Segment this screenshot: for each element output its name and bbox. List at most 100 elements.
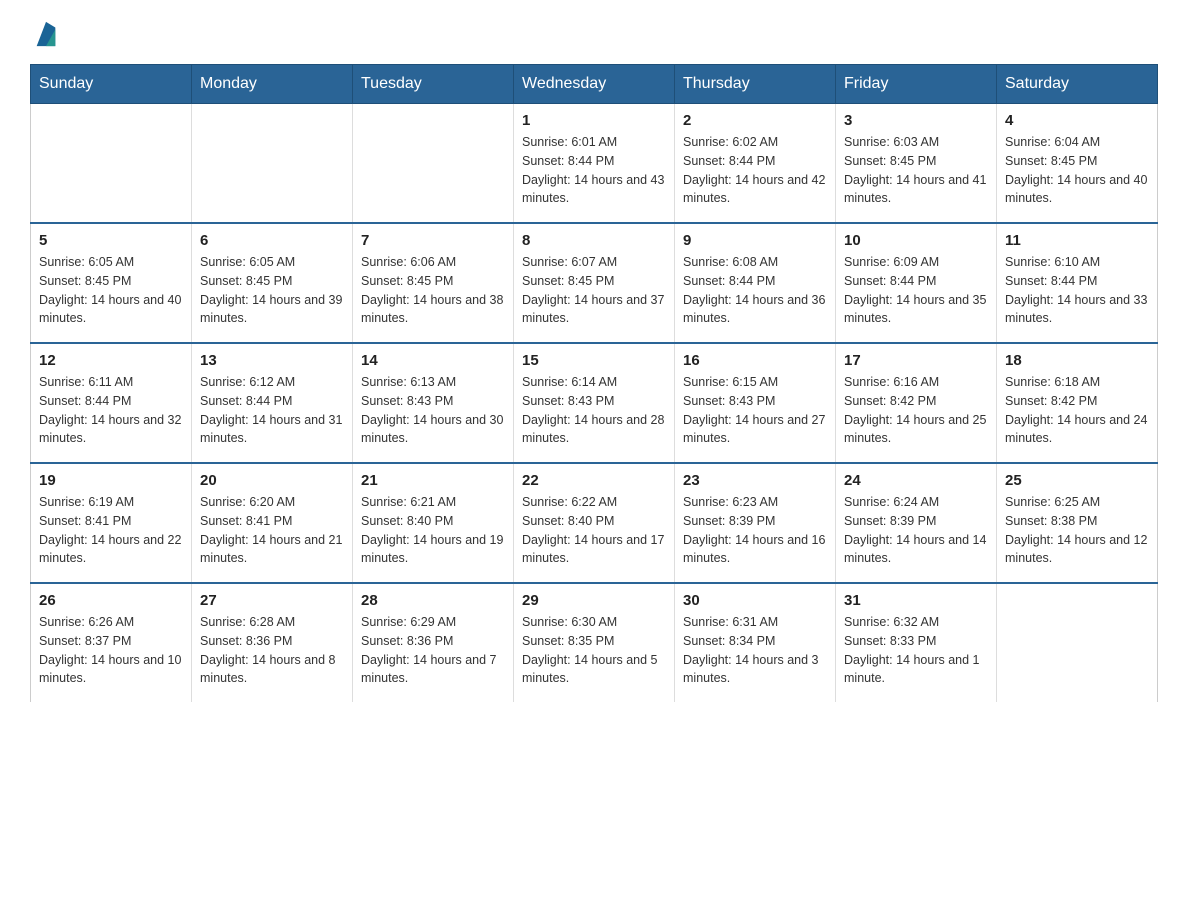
day-number: 19 [39,472,183,489]
day-info: Sunrise: 6:05 AMSunset: 8:45 PMDaylight:… [200,253,344,328]
day-number: 13 [200,352,344,369]
calendar-table: SundayMondayTuesdayWednesdayThursdayFrid… [30,64,1158,702]
calendar-cell [997,583,1158,702]
day-number: 22 [522,472,666,489]
calendar-cell: 6 Sunrise: 6:05 AMSunset: 8:45 PMDaylight… [192,223,353,343]
calendar-cell: 28 Sunrise: 6:29 AMSunset: 8:36 PMDayligh… [353,583,514,702]
calendar-cell: 14 Sunrise: 6:13 AMSunset: 8:43 PMDayligh… [353,343,514,463]
day-info: Sunrise: 6:22 AMSunset: 8:40 PMDaylight:… [522,493,666,568]
day-info: Sunrise: 6:08 AMSunset: 8:44 PMDaylight:… [683,253,827,328]
calendar-cell: 12 Sunrise: 6:11 AMSunset: 8:44 PMDayligh… [31,343,192,463]
logo-text [30,20,60,54]
day-header-friday: Friday [836,65,997,104]
day-info: Sunrise: 6:20 AMSunset: 8:41 PMDaylight:… [200,493,344,568]
day-info: Sunrise: 6:29 AMSunset: 8:36 PMDaylight:… [361,613,505,688]
day-info: Sunrise: 6:05 AMSunset: 8:45 PMDaylight:… [39,253,183,328]
calendar-week-row: 26 Sunrise: 6:26 AMSunset: 8:37 PMDayligh… [31,583,1158,702]
calendar-cell: 13 Sunrise: 6:12 AMSunset: 8:44 PMDayligh… [192,343,353,463]
day-number: 1 [522,112,666,129]
day-info: Sunrise: 6:28 AMSunset: 8:36 PMDaylight:… [200,613,344,688]
day-number: 14 [361,352,505,369]
calendar-week-row: 12 Sunrise: 6:11 AMSunset: 8:44 PMDayligh… [31,343,1158,463]
calendar-cell: 4 Sunrise: 6:04 AMSunset: 8:45 PMDaylight… [997,104,1158,224]
day-info: Sunrise: 6:26 AMSunset: 8:37 PMDaylight:… [39,613,183,688]
day-info: Sunrise: 6:09 AMSunset: 8:44 PMDaylight:… [844,253,988,328]
calendar-cell [192,104,353,224]
day-number: 30 [683,592,827,609]
day-number: 12 [39,352,183,369]
calendar-cell: 8 Sunrise: 6:07 AMSunset: 8:45 PMDaylight… [514,223,675,343]
day-number: 29 [522,592,666,609]
calendar-cell [31,104,192,224]
day-info: Sunrise: 6:06 AMSunset: 8:45 PMDaylight:… [361,253,505,328]
calendar-cell: 10 Sunrise: 6:09 AMSunset: 8:44 PMDayligh… [836,223,997,343]
day-info: Sunrise: 6:04 AMSunset: 8:45 PMDaylight:… [1005,133,1149,208]
day-header-wednesday: Wednesday [514,65,675,104]
day-number: 28 [361,592,505,609]
calendar-cell: 18 Sunrise: 6:18 AMSunset: 8:42 PMDayligh… [997,343,1158,463]
day-header-sunday: Sunday [31,65,192,104]
calendar-week-row: 19 Sunrise: 6:19 AMSunset: 8:41 PMDayligh… [31,463,1158,583]
day-info: Sunrise: 6:16 AMSunset: 8:42 PMDaylight:… [844,373,988,448]
day-info: Sunrise: 6:13 AMSunset: 8:43 PMDaylight:… [361,373,505,448]
day-number: 15 [522,352,666,369]
day-info: Sunrise: 6:32 AMSunset: 8:33 PMDaylight:… [844,613,988,688]
day-number: 2 [683,112,827,129]
calendar-cell [353,104,514,224]
day-info: Sunrise: 6:12 AMSunset: 8:44 PMDaylight:… [200,373,344,448]
day-number: 18 [1005,352,1149,369]
page-header [30,20,1158,54]
day-number: 23 [683,472,827,489]
day-info: Sunrise: 6:18 AMSunset: 8:42 PMDaylight:… [1005,373,1149,448]
day-header-thursday: Thursday [675,65,836,104]
day-number: 24 [844,472,988,489]
calendar-cell: 16Sunrise: 6:15 AMSunset: 8:43 PMDayligh… [675,343,836,463]
calendar-week-row: 5Sunrise: 6:05 AMSunset: 8:45 PMDaylight… [31,223,1158,343]
calendar-cell: 19 Sunrise: 6:19 AMSunset: 8:41 PMDayligh… [31,463,192,583]
calendar-cell: 1 Sunrise: 6:01 AMSunset: 8:44 PMDaylight… [514,104,675,224]
day-info: Sunrise: 6:21 AMSunset: 8:40 PMDaylight:… [361,493,505,568]
calendar-cell: 23 Sunrise: 6:23 AMSunset: 8:39 PMDayligh… [675,463,836,583]
day-number: 27 [200,592,344,609]
day-number: 21 [361,472,505,489]
day-info: Sunrise: 6:03 AMSunset: 8:45 PMDaylight:… [844,133,988,208]
day-number: 11 [1005,232,1149,249]
calendar-cell: 29 Sunrise: 6:30 AMSunset: 8:35 PMDayligh… [514,583,675,702]
day-number: 6 [200,232,344,249]
day-info: Sunrise: 6:10 AMSunset: 8:44 PMDaylight:… [1005,253,1149,328]
day-number: 9 [683,232,827,249]
day-info: Sunrise: 6:30 AMSunset: 8:35 PMDaylight:… [522,613,666,688]
day-info: Sunrise: 6:23 AMSunset: 8:39 PMDaylight:… [683,493,827,568]
day-info: Sunrise: 6:15 AMSunset: 8:43 PMDaylight:… [683,373,827,448]
calendar-cell: 5Sunrise: 6:05 AMSunset: 8:45 PMDaylight… [31,223,192,343]
day-header-monday: Monday [192,65,353,104]
calendar-cell: 22 Sunrise: 6:22 AMSunset: 8:40 PMDayligh… [514,463,675,583]
day-number: 26 [39,592,183,609]
calendar-cell: 26 Sunrise: 6:26 AMSunset: 8:37 PMDayligh… [31,583,192,702]
day-number: 7 [361,232,505,249]
calendar-cell: 31Sunrise: 6:32 AMSunset: 8:33 PMDayligh… [836,583,997,702]
calendar-cell: 11 Sunrise: 6:10 AMSunset: 8:44 PMDayligh… [997,223,1158,343]
day-info: Sunrise: 6:01 AMSunset: 8:44 PMDaylight:… [522,133,666,208]
day-number: 10 [844,232,988,249]
logo-icon [32,20,60,48]
day-number: 25 [1005,472,1149,489]
calendar-cell: 17 Sunrise: 6:16 AMSunset: 8:42 PMDayligh… [836,343,997,463]
day-number: 4 [1005,112,1149,129]
calendar-cell: 7 Sunrise: 6:06 AMSunset: 8:45 PMDaylight… [353,223,514,343]
day-info: Sunrise: 6:31 AMSunset: 8:34 PMDaylight:… [683,613,827,688]
day-info: Sunrise: 6:19 AMSunset: 8:41 PMDaylight:… [39,493,183,568]
calendar-cell: 9 Sunrise: 6:08 AMSunset: 8:44 PMDaylight… [675,223,836,343]
calendar-cell: 3Sunrise: 6:03 AMSunset: 8:45 PMDaylight… [836,104,997,224]
day-header-saturday: Saturday [997,65,1158,104]
day-header-tuesday: Tuesday [353,65,514,104]
day-info: Sunrise: 6:07 AMSunset: 8:45 PMDaylight:… [522,253,666,328]
calendar-cell: 25Sunrise: 6:25 AMSunset: 8:38 PMDayligh… [997,463,1158,583]
day-number: 17 [844,352,988,369]
calendar-cell: 27 Sunrise: 6:28 AMSunset: 8:36 PMDayligh… [192,583,353,702]
calendar-cell: 2Sunrise: 6:02 AMSunset: 8:44 PMDaylight… [675,104,836,224]
day-number: 8 [522,232,666,249]
calendar-cell: 20Sunrise: 6:20 AMSunset: 8:41 PMDayligh… [192,463,353,583]
day-info: Sunrise: 6:11 AMSunset: 8:44 PMDaylight:… [39,373,183,448]
calendar-cell: 15Sunrise: 6:14 AMSunset: 8:43 PMDayligh… [514,343,675,463]
